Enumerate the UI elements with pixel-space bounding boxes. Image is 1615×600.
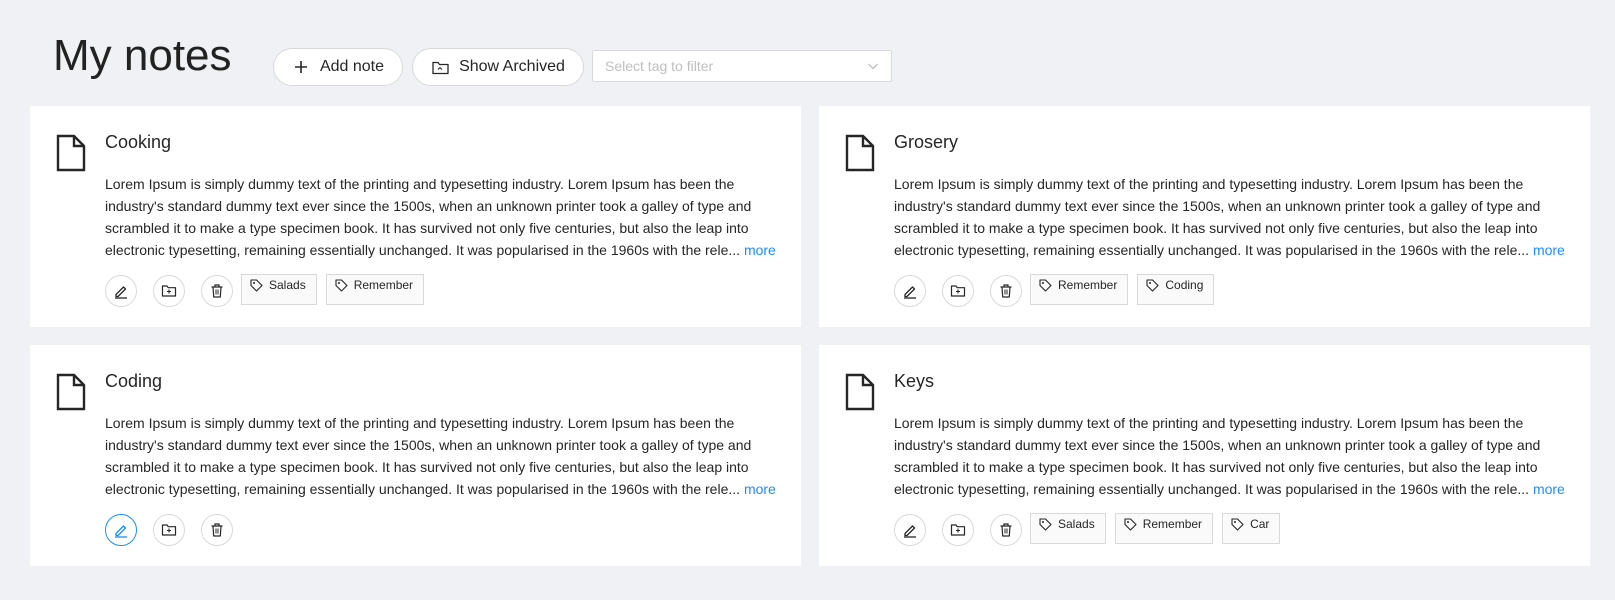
note-actions: Remember Coding	[894, 274, 1223, 309]
note-card: Keys Lorem Ipsum is simply dummy text of …	[819, 345, 1590, 566]
note-text: Lorem Ipsum is simply dummy text of the …	[894, 415, 1541, 497]
tag-label: Salads	[1058, 517, 1095, 531]
archive-button[interactable]	[942, 514, 974, 546]
delete-icon	[209, 283, 225, 299]
tag-label: Coding	[1165, 278, 1204, 292]
more-link[interactable]: more	[744, 481, 776, 497]
delete-button[interactable]	[201, 514, 233, 546]
note-actions	[105, 514, 241, 548]
tag-icon	[1231, 518, 1244, 531]
file-icon	[845, 373, 875, 411]
folder-add-icon	[950, 522, 966, 538]
tag-chip[interactable]: Coding	[1137, 274, 1215, 305]
note-title: Keys	[894, 371, 935, 391]
tag-chip[interactable]: Remember	[325, 274, 425, 305]
delete-icon	[209, 522, 225, 538]
edit-icon	[902, 522, 918, 538]
page-title: My notes	[53, 31, 232, 80]
edit-button[interactable]	[894, 275, 926, 307]
edit-icon	[113, 522, 129, 538]
note-card: Cooking Lorem Ipsum is simply dummy text …	[30, 106, 801, 327]
show-archived-button[interactable]: Show Archived	[412, 48, 584, 86]
archive-button[interactable]	[153, 514, 185, 546]
tag-icon	[1124, 518, 1137, 531]
note-card: Coding Lorem Ipsum is simply dummy text o…	[30, 345, 801, 566]
note-text: Lorem Ipsum is simply dummy text of the …	[105, 415, 752, 497]
tag-chip[interactable]: Salads	[1030, 513, 1106, 544]
note-body: Lorem Ipsum is simply dummy text of the …	[105, 173, 777, 261]
more-link[interactable]: more	[744, 242, 776, 258]
tag-label: Remember	[1058, 278, 1118, 292]
edit-button[interactable]	[105, 275, 137, 307]
note-text: Lorem Ipsum is simply dummy text of the …	[105, 176, 752, 258]
tag-filter-select[interactable]: Select tag to filter	[592, 50, 892, 82]
file-icon	[845, 134, 875, 172]
more-link[interactable]: more	[1533, 242, 1565, 258]
folder-icon	[431, 58, 449, 76]
delete-button[interactable]	[990, 514, 1022, 546]
tag-icon	[250, 279, 263, 292]
folder-add-icon	[950, 283, 966, 299]
archive-button[interactable]	[153, 275, 185, 307]
tag-chip[interactable]: Remember	[1114, 513, 1214, 544]
delete-button[interactable]	[201, 275, 233, 307]
tag-filter-placeholder: Select tag to filter	[605, 58, 714, 74]
note-body: Lorem Ipsum is simply dummy text of the …	[894, 173, 1566, 261]
tag-label: Salads	[269, 278, 306, 292]
tag-label: Remember	[1142, 517, 1203, 531]
tag-icon	[1039, 279, 1052, 292]
note-title: Cooking	[105, 132, 172, 152]
tag-chip[interactable]: Remember	[1030, 274, 1129, 305]
note-title: Coding	[105, 371, 163, 391]
chevron-down-icon	[867, 60, 879, 72]
plus-icon	[292, 58, 310, 76]
add-note-label: Add note	[319, 58, 385, 75]
archive-button[interactable]	[942, 275, 974, 307]
note-actions: Salads Remember Car	[894, 513, 1289, 548]
tag-icon	[1039, 518, 1052, 531]
edit-icon	[902, 283, 918, 299]
note-title: Grosery	[894, 132, 959, 152]
note-text: Lorem Ipsum is simply dummy text of the …	[894, 176, 1541, 258]
delete-icon	[998, 522, 1014, 538]
note-body: Lorem Ipsum is simply dummy text of the …	[894, 412, 1566, 500]
delete-icon	[998, 283, 1014, 299]
tag-chip[interactable]: Car	[1222, 513, 1281, 544]
add-note-button[interactable]: Add note	[273, 48, 403, 86]
tag-chip[interactable]: Salads	[241, 274, 317, 305]
folder-add-icon	[161, 283, 177, 299]
more-link[interactable]: more	[1533, 481, 1565, 497]
tag-label: Car	[1250, 517, 1270, 531]
folder-add-icon	[161, 522, 177, 538]
delete-button[interactable]	[990, 275, 1022, 307]
file-icon	[56, 134, 86, 172]
edit-icon	[113, 283, 129, 299]
tag-label: Remember	[353, 278, 414, 292]
page-header: My notes Add note Show Archived Select t…	[0, 0, 1615, 106]
note-body: Lorem Ipsum is simply dummy text of the …	[105, 412, 777, 500]
edit-button[interactable]	[105, 514, 137, 546]
edit-button[interactable]	[894, 514, 926, 546]
note-actions: Salads Remember	[105, 274, 433, 309]
show-archived-label: Show Archived	[459, 58, 565, 75]
tag-icon	[1146, 279, 1159, 292]
tag-icon	[335, 279, 348, 292]
note-card: Grosery Lorem Ipsum is simply dummy text …	[819, 106, 1590, 327]
file-icon	[56, 373, 86, 411]
